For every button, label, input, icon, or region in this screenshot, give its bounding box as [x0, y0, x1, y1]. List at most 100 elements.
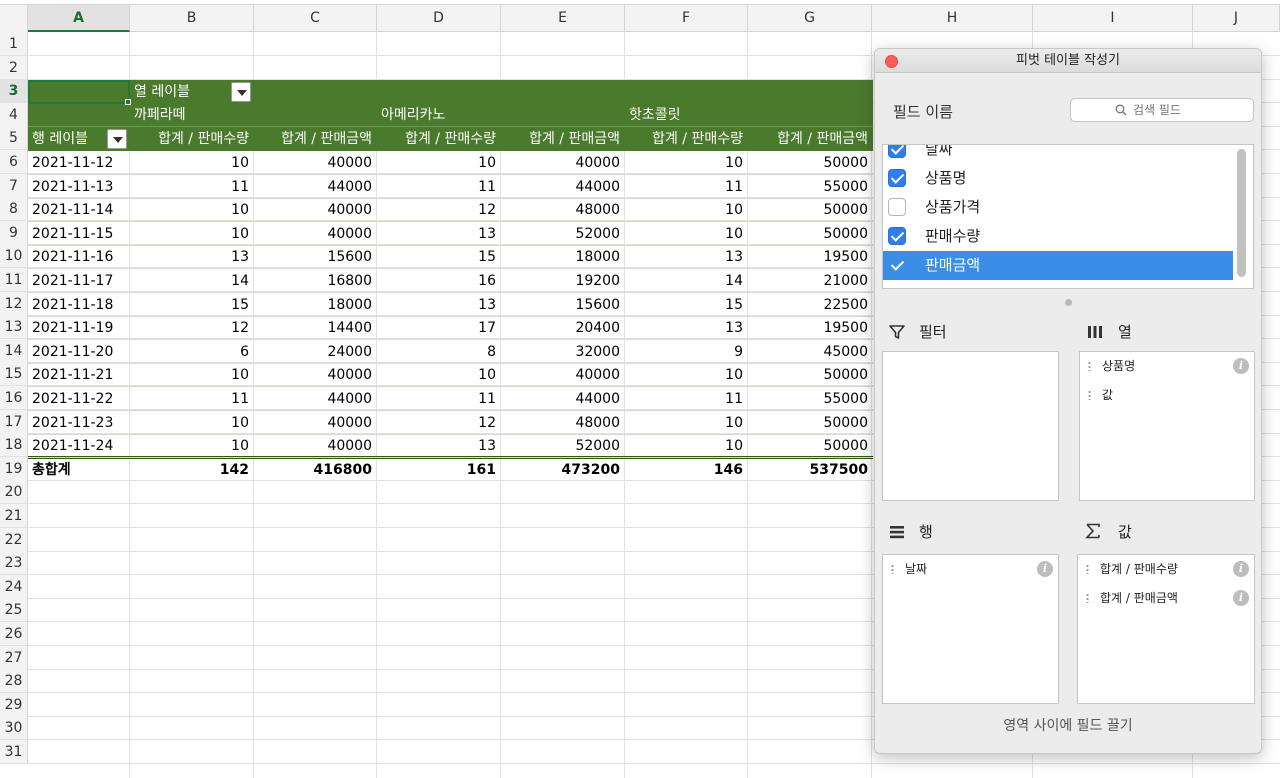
pivot-value-cell[interactable]: 10: [625, 434, 747, 458]
row-header[interactable]: 8: [0, 197, 28, 221]
row-header[interactable]: 25: [0, 598, 28, 622]
pivot-value-cell[interactable]: 11: [130, 387, 253, 411]
splitter-handle[interactable]: [1065, 299, 1072, 306]
pivot-value-cell[interactable]: 19500: [748, 245, 872, 269]
row-header[interactable]: 2: [0, 56, 28, 80]
pivot-value-cell[interactable]: 13: [625, 316, 747, 340]
row-header[interactable]: 7: [0, 174, 28, 198]
pivot-value-cell[interactable]: 16: [377, 269, 500, 293]
pivot-value-cell[interactable]: 10: [625, 198, 747, 222]
info-icon[interactable]: i: [1233, 590, 1249, 606]
row-header[interactable]: 29: [0, 693, 28, 717]
pivot-row-date[interactable]: 2021-11-22: [28, 387, 128, 411]
pivot-value-cell[interactable]: 9: [625, 340, 747, 364]
active-cell-a3[interactable]: [28, 80, 130, 104]
pivot-value-cell[interactable]: 17: [377, 316, 500, 340]
column-labels-filter-dropdown[interactable]: [231, 82, 251, 102]
pivot-value-cell[interactable]: 40000: [254, 222, 376, 246]
row-header[interactable]: 10: [0, 244, 28, 268]
filter-drop-area[interactable]: [882, 351, 1059, 501]
column-header-d[interactable]: D: [377, 5, 501, 32]
column-header-j[interactable]: J: [1193, 5, 1280, 32]
pivot-value-cell[interactable]: 48000: [501, 411, 624, 435]
pivot-value-cell[interactable]: 11: [625, 175, 747, 199]
info-icon[interactable]: i: [1037, 561, 1053, 577]
pivot-value-cell[interactable]: 10: [377, 151, 500, 175]
pivot-value-cell[interactable]: 50000: [748, 411, 872, 435]
pivot-row-date[interactable]: 2021-11-13: [28, 175, 128, 199]
pivot-value-cell[interactable]: 10: [130, 434, 253, 458]
pivot-value-cell[interactable]: 40000: [501, 151, 624, 175]
pivot-value-cell[interactable]: 14: [625, 269, 747, 293]
row-header[interactable]: 19: [0, 457, 28, 481]
pivot-value-cell[interactable]: 14400: [254, 316, 376, 340]
pivot-value-cell[interactable]: 10: [130, 222, 253, 246]
pivot-value-cell[interactable]: 12: [130, 316, 253, 340]
panel-titlebar[interactable]: 피벗 테이블 작성기: [875, 49, 1261, 73]
pivot-row-date[interactable]: 2021-11-19: [28, 316, 128, 340]
pivot-value-cell[interactable]: 55000: [748, 387, 872, 411]
pivot-value-cell[interactable]: 50000: [748, 222, 872, 246]
values-drop-area[interactable]: 합계 / 판매수량 i 합계 / 판매금액 i: [1077, 554, 1255, 704]
pivot-value-cell[interactable]: 6: [130, 340, 253, 364]
row-header[interactable]: 18: [0, 433, 28, 457]
pivot-row-date[interactable]: 2021-11-18: [28, 293, 128, 317]
row-header[interactable]: 14: [0, 339, 28, 363]
pivot-row-date[interactable]: 2021-11-20: [28, 340, 128, 364]
pivot-value-cell[interactable]: 45000: [748, 340, 872, 364]
pivot-value-cell[interactable]: 11: [625, 387, 747, 411]
row-header[interactable]: 30: [0, 716, 28, 740]
pivot-value-cell[interactable]: 50000: [748, 198, 872, 222]
field-item-product-name[interactable]: 상품명: [883, 164, 1233, 193]
column-header-f[interactable]: F: [625, 5, 748, 32]
pivot-value-cell[interactable]: 10: [625, 151, 747, 175]
pivot-value-cell[interactable]: 50000: [748, 151, 872, 175]
pivot-value-cell[interactable]: 40000: [254, 151, 376, 175]
columns-drop-area[interactable]: 상품명 i 값: [1079, 351, 1255, 501]
pivot-row-date[interactable]: 2021-11-17: [28, 269, 128, 293]
pivot-value-cell[interactable]: 48000: [501, 198, 624, 222]
pivot-value-cell[interactable]: 55000: [748, 175, 872, 199]
pivot-value-cell[interactable]: 24000: [254, 340, 376, 364]
values-area-item[interactable]: 합계 / 판매금액: [1086, 588, 1246, 608]
pivot-value-cell[interactable]: 15: [625, 293, 747, 317]
field-checkbox[interactable]: [888, 169, 906, 187]
pivot-value-cell[interactable]: 11: [377, 175, 500, 199]
pivot-value-cell[interactable]: 40000: [254, 363, 376, 387]
search-input[interactable]: [1133, 101, 1243, 119]
pivot-value-cell[interactable]: 10: [130, 151, 253, 175]
pivot-value-cell[interactable]: 40000: [501, 363, 624, 387]
pivot-value-cell[interactable]: 10: [130, 198, 253, 222]
pivot-value-cell[interactable]: 10: [130, 411, 253, 435]
row-header[interactable]: 24: [0, 575, 28, 599]
row-header[interactable]: 21: [0, 504, 28, 528]
info-icon[interactable]: i: [1233, 358, 1249, 374]
select-all-corner[interactable]: [0, 5, 28, 32]
pivot-row-date[interactable]: 2021-11-16: [28, 245, 128, 269]
pivot-value-cell[interactable]: 20400: [501, 316, 624, 340]
column-header-a[interactable]: A: [28, 5, 130, 32]
row-header[interactable]: 26: [0, 622, 28, 646]
field-checkbox[interactable]: [888, 145, 906, 158]
rows-drop-area[interactable]: 날짜 i: [882, 554, 1059, 704]
pivot-value-cell[interactable]: 13: [377, 434, 500, 458]
column-header-i[interactable]: I: [1033, 5, 1193, 32]
pivot-value-cell[interactable]: 13: [377, 293, 500, 317]
close-icon[interactable]: [885, 55, 898, 68]
pivot-row-date[interactable]: 2021-11-14: [28, 198, 128, 222]
pivot-value-cell[interactable]: 22500: [748, 293, 872, 317]
pivot-value-cell[interactable]: 13: [130, 245, 253, 269]
row-header[interactable]: 6: [0, 150, 28, 174]
column-header-c[interactable]: C: [254, 5, 377, 32]
field-item-sales-amount[interactable]: 판매금액: [883, 251, 1233, 280]
pivot-value-cell[interactable]: 11: [377, 387, 500, 411]
pivot-value-cell[interactable]: 12: [377, 198, 500, 222]
row-header[interactable]: 12: [0, 292, 28, 316]
pivot-value-cell[interactable]: 10: [130, 363, 253, 387]
pivot-row-date[interactable]: 2021-11-24: [28, 434, 128, 458]
pivot-row-date[interactable]: 2021-11-23: [28, 411, 128, 435]
field-item-sales-quantity[interactable]: 판매수량: [883, 222, 1233, 251]
pivot-value-cell[interactable]: 44000: [254, 175, 376, 199]
pivot-value-cell[interactable]: 32000: [501, 340, 624, 364]
pivot-value-cell[interactable]: 8: [377, 340, 500, 364]
